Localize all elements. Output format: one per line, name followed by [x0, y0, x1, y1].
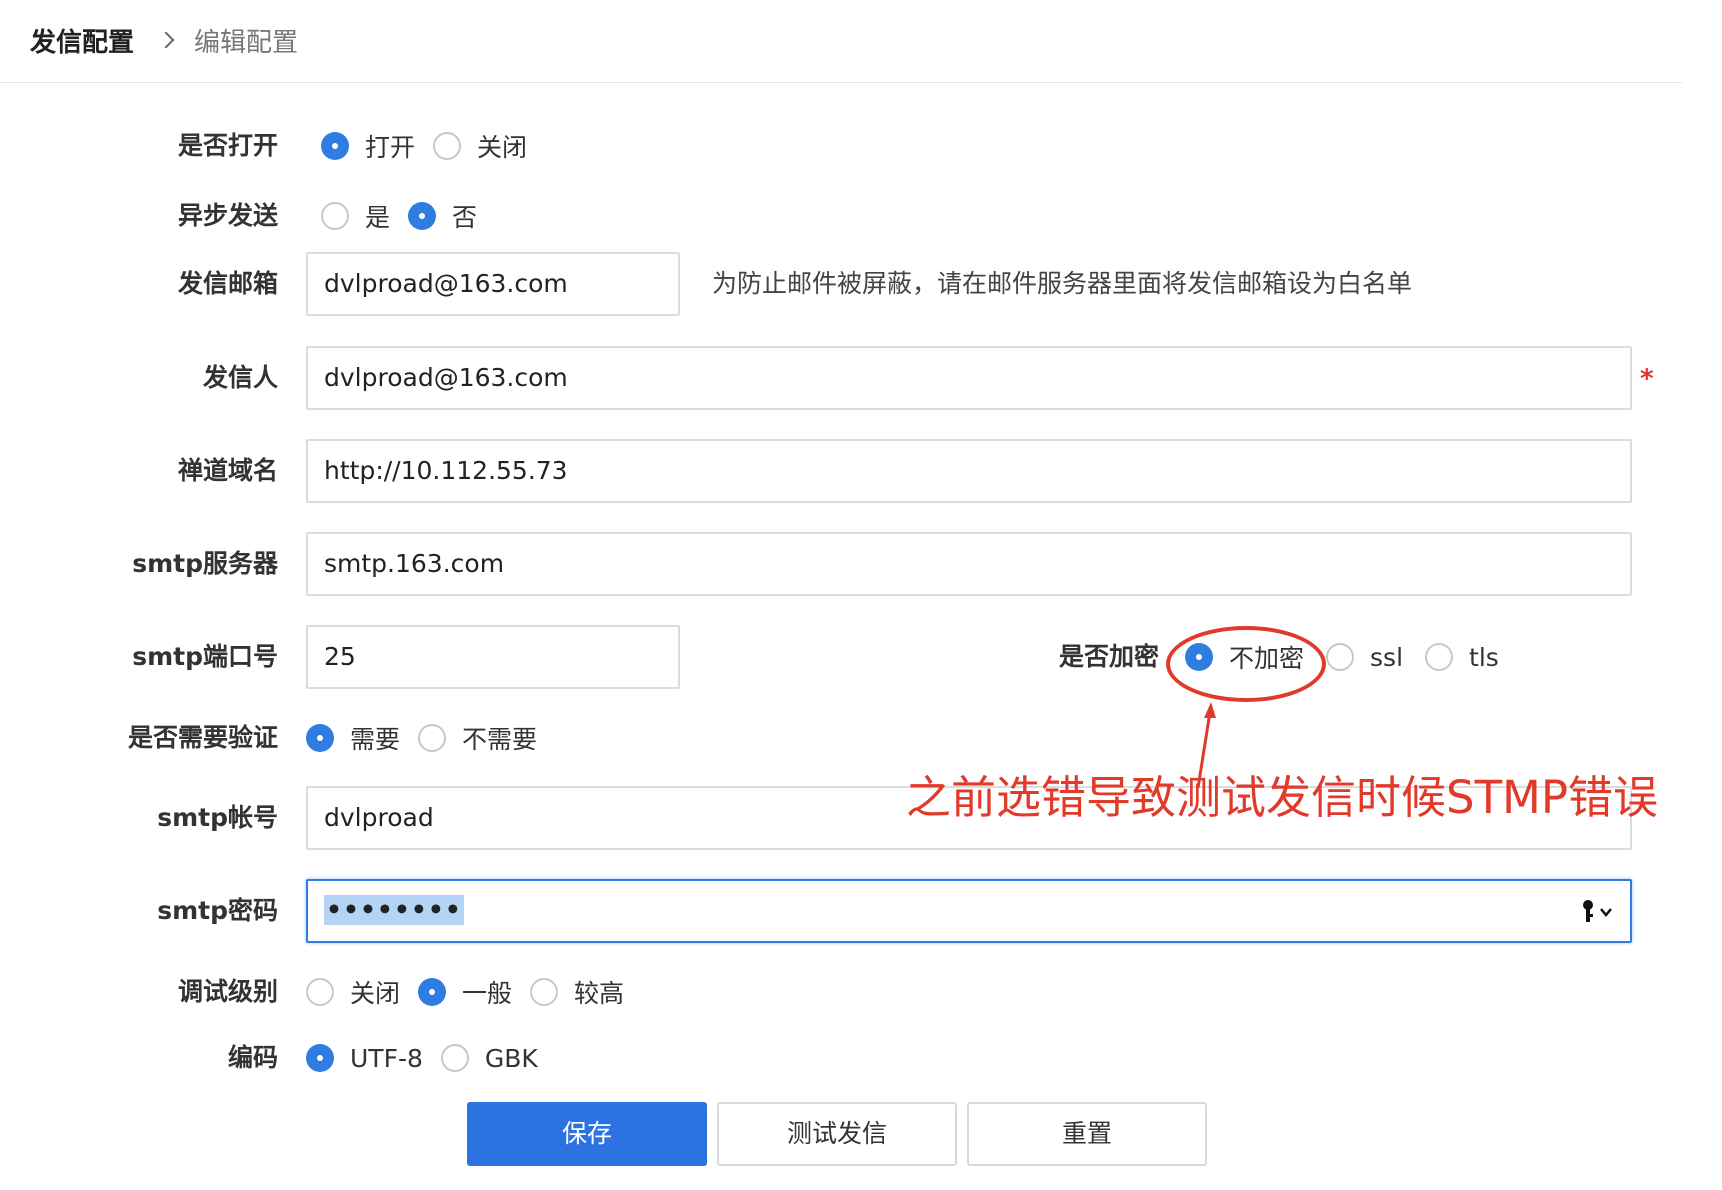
- debug-option-off[interactable]: 关闭: [306, 974, 400, 1010]
- smtp-port-input[interactable]: 25: [306, 625, 680, 689]
- sender-email-hint: 为防止邮件被屏蔽，请在邮件服务器里面将发信邮箱设为白名单: [712, 269, 1413, 298]
- radio-checked-icon[interactable]: [306, 1044, 334, 1072]
- key-icon[interactable]: [1582, 899, 1616, 923]
- auth-required-label: 是否需要验证: [127, 723, 278, 752]
- reset-button[interactable]: 重置: [967, 1102, 1207, 1166]
- auth-option-not-required[interactable]: 不需要: [418, 720, 537, 756]
- encryption-label: 是否加密: [1058, 642, 1159, 671]
- enabled-option-open[interactable]: 打开: [321, 128, 415, 164]
- sender-email-label: 发信邮箱: [177, 269, 278, 298]
- smtp-account-label: smtp帐号: [157, 803, 278, 832]
- enabled-label: 是否打开: [177, 131, 278, 160]
- enabled-radio-group: 打开 关闭: [321, 126, 545, 166]
- test-send-button[interactable]: 测试发信: [717, 1102, 957, 1166]
- async-send-option-yes[interactable]: 是: [321, 198, 390, 234]
- encryption-option-tls[interactable]: tls: [1425, 643, 1499, 672]
- required-mark: *: [1640, 364, 1654, 394]
- radio-icon[interactable]: [1326, 643, 1355, 671]
- radio-checked-icon[interactable]: [321, 132, 349, 160]
- sender-name-input[interactable]: dvlproad@163.com: [306, 346, 1632, 410]
- auth-required-radio-group: 需要 不需要: [306, 718, 555, 758]
- encryption-option-ssl[interactable]: ssl: [1326, 643, 1403, 672]
- radio-checked-icon[interactable]: [418, 978, 447, 1006]
- radio-checked-icon[interactable]: [306, 724, 334, 752]
- async-send-option-no[interactable]: 否: [408, 198, 477, 234]
- sender-name-label: 发信人: [202, 363, 278, 392]
- password-value: ••••••••: [324, 895, 464, 925]
- radio-checked-icon[interactable]: [408, 202, 437, 230]
- smtp-port-label: smtp端口号: [132, 642, 278, 671]
- radio-icon[interactable]: [440, 1044, 469, 1072]
- debug-option-normal[interactable]: 一般: [418, 974, 512, 1010]
- breadcrumb-current: 编辑配置: [194, 27, 299, 58]
- enabled-option-close[interactable]: 关闭: [433, 128, 527, 164]
- charset-option-gbk[interactable]: GBK: [440, 1044, 538, 1073]
- chevron-right-icon: [157, 31, 175, 49]
- smtp-password-input[interactable]: ••••••••: [306, 879, 1632, 943]
- smtp-password-label: smtp密码: [157, 896, 278, 925]
- radio-icon[interactable]: [418, 724, 447, 752]
- auth-option-required[interactable]: 需要: [306, 720, 400, 756]
- debug-level-radio-group: 关闭 一般 较高: [306, 972, 642, 1012]
- charset-option-utf8[interactable]: UTF-8: [306, 1044, 423, 1073]
- annotation-text: 之前选错导致测试发信时候STMP错误: [906, 771, 1659, 824]
- radio-icon[interactable]: [321, 202, 349, 230]
- radio-icon[interactable]: [306, 978, 334, 1006]
- zentao-domain-input[interactable]: http://10.112.55.73: [306, 439, 1632, 503]
- charset-label: 编码: [227, 1043, 278, 1072]
- save-button[interactable]: 保存: [467, 1102, 707, 1166]
- charset-radio-group: UTF-8 GBK: [306, 1038, 556, 1078]
- debug-option-high[interactable]: 较高: [530, 974, 624, 1010]
- async-send-label: 异步发送: [177, 201, 278, 230]
- radio-icon[interactable]: [1425, 643, 1454, 671]
- sender-email-input[interactable]: dvlproad@163.com: [306, 252, 680, 316]
- smtp-server-input[interactable]: smtp.163.com: [306, 532, 1632, 596]
- async-send-radio-group: 是 否: [321, 196, 495, 236]
- breadcrumb-root[interactable]: 发信配置: [30, 22, 134, 59]
- debug-level-label: 调试级别: [177, 977, 278, 1006]
- radio-icon[interactable]: [530, 978, 559, 1006]
- breadcrumb: 发信配置 编辑配置: [30, 18, 298, 62]
- zentao-domain-label: 禅道域名: [177, 456, 278, 485]
- smtp-server-label: smtp服务器: [132, 549, 278, 578]
- radio-icon[interactable]: [433, 132, 462, 160]
- header-divider: [0, 82, 1682, 83]
- annotation-circle: [1166, 626, 1326, 702]
